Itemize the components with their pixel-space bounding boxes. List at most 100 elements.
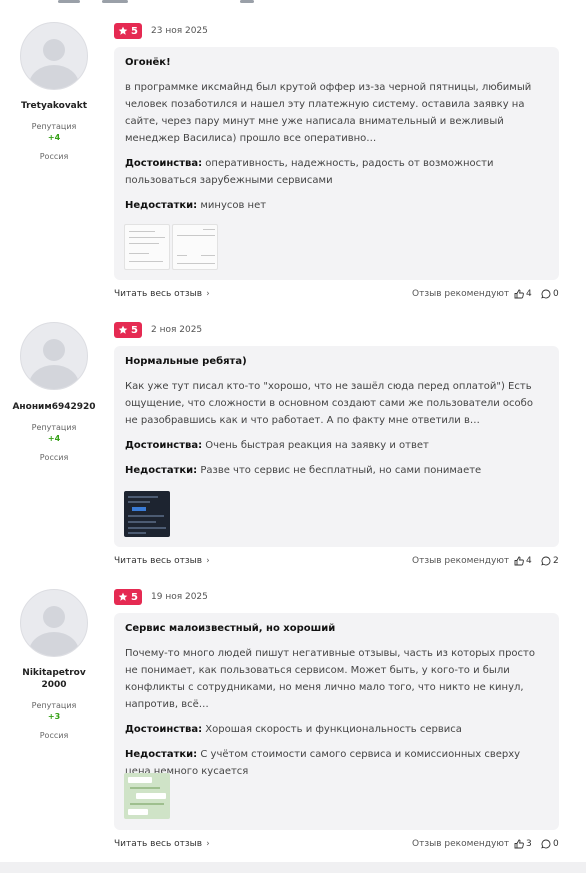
rating-value: 5 xyxy=(131,25,138,37)
review-title: Сервис малоизвестный, но хороший xyxy=(125,623,336,634)
review-pros: Достоинства: Хорошая скорость и функцион… xyxy=(125,721,548,738)
reputation-label: Репутация xyxy=(31,701,77,710)
comment-count: 0 xyxy=(553,839,559,849)
country: Россия xyxy=(39,731,69,740)
reputation-value: +4 xyxy=(47,434,61,443)
username[interactable]: Аноним6942920 xyxy=(0,401,108,413)
read-full-label: Читать весь отзыв xyxy=(114,556,203,566)
recommend-label: Отзыв рекомендуют xyxy=(412,289,510,299)
like-count: 4 xyxy=(526,556,532,566)
recommend-label: Отзыв рекомендуют xyxy=(412,839,510,849)
cons-text: Разве что сервис не бесплатный, но сами … xyxy=(200,465,482,476)
rating-badge: 5 xyxy=(114,23,142,39)
pros-label: Достоинства: xyxy=(125,724,203,735)
comments-button[interactable]: 0 xyxy=(541,289,559,299)
thumbs-up-icon xyxy=(514,556,524,566)
rating-badge: 5 xyxy=(114,589,142,605)
read-full-label: Читать весь отзыв xyxy=(114,839,203,849)
review-author: Аноним6942920 Репутация +4 Россия xyxy=(0,322,108,462)
thumbs-up-icon xyxy=(514,289,524,299)
like-count: 4 xyxy=(526,289,532,299)
comments-button[interactable]: 0 xyxy=(541,839,559,849)
cons-label: Недостатки: xyxy=(125,200,198,211)
cons-text: минусов нет xyxy=(200,200,267,211)
country: Россия xyxy=(39,152,69,161)
pros-text: Хорошая скорость и функциональность серв… xyxy=(205,724,462,735)
bottom-edge xyxy=(0,862,586,873)
comment-icon xyxy=(541,556,551,566)
read-full-review-link[interactable]: Читать весь отзыв › xyxy=(114,839,210,849)
review-photos xyxy=(124,773,170,819)
country: Россия xyxy=(39,453,69,462)
read-full-review-link[interactable]: Читать весь отзыв › xyxy=(114,556,210,566)
review-header: 5 2 ноя 2025 xyxy=(114,322,202,338)
rating-value: 5 xyxy=(131,324,138,336)
chevron-right-icon: › xyxy=(206,556,210,566)
review-title: Огонёк! xyxy=(125,57,171,68)
review-cons: Недостатки: С учётом стоимости самого се… xyxy=(125,746,548,780)
chevron-right-icon: › xyxy=(206,289,210,299)
comment-icon xyxy=(541,289,551,299)
avatar[interactable] xyxy=(20,322,88,390)
review-header: 5 19 ноя 2025 xyxy=(114,589,208,605)
review-photo[interactable] xyxy=(124,773,170,819)
cons-label: Недостатки: xyxy=(125,749,198,760)
like-button[interactable]: 4 xyxy=(514,556,532,566)
read-full-label: Читать весь отзыв xyxy=(114,289,203,299)
comment-count: 0 xyxy=(553,289,559,299)
review-text: Почему-то много людей пишут негативные о… xyxy=(125,648,535,710)
cons-label: Недостатки: xyxy=(125,465,198,476)
username[interactable]: Nikitapetrov 2000 xyxy=(0,667,108,691)
username[interactable]: Tretyakovakt xyxy=(0,100,108,112)
review-cons: Недостатки: Разве что сервис не бесплатн… xyxy=(125,462,548,479)
review-author: Nikitapetrov 2000 Репутация +3 Россия xyxy=(0,589,108,740)
comment-icon xyxy=(541,839,551,849)
review-footer: Читать весь отзыв › Отзыв рекомендуют 4 … xyxy=(114,289,559,301)
star-icon xyxy=(118,592,128,601)
comments-button[interactable]: 2 xyxy=(541,556,559,566)
reputation-label: Репутация xyxy=(31,423,77,432)
cropped-top-content xyxy=(40,0,260,4)
review-photos xyxy=(124,491,170,537)
avatar[interactable] xyxy=(20,589,88,657)
review-photo[interactable] xyxy=(124,491,170,537)
review-photo[interactable] xyxy=(124,224,170,270)
star-icon xyxy=(118,26,128,35)
review-text: Как уже тут писал кто-то "хорошо, что не… xyxy=(125,381,533,426)
review-footer: Читать весь отзыв › Отзыв рекомендуют 4 … xyxy=(114,556,559,568)
recommend-label: Отзыв рекомендуют xyxy=(412,556,510,566)
review-text: в программке иксмайнд был крутой оффер и… xyxy=(125,82,532,144)
pros-text: Очень быстрая реакция на заявку и ответ xyxy=(205,440,429,451)
review-author: Tretyakovakt Репутация +4 Россия xyxy=(0,22,108,161)
rating-value: 5 xyxy=(131,591,138,603)
review-photo[interactable] xyxy=(172,224,218,270)
review-pros: Достоинства: Очень быстрая реакция на за… xyxy=(125,437,548,454)
chevron-right-icon: › xyxy=(206,839,210,849)
reputation-value: +3 xyxy=(47,712,61,721)
review-date: 23 ноя 2025 xyxy=(151,26,208,36)
reputation-value: +4 xyxy=(47,133,61,142)
star-icon xyxy=(118,325,128,334)
review-body: Нормальные ребята) Как уже тут писал кто… xyxy=(114,346,559,547)
review-header: 5 23 ноя 2025 xyxy=(114,23,208,39)
like-count: 3 xyxy=(526,839,532,849)
comment-count: 2 xyxy=(553,556,559,566)
review-body: Сервис малоизвестный, но хороший Почему-… xyxy=(114,613,559,830)
thumbs-up-icon xyxy=(514,839,524,849)
review-body: Огонёк! в программке иксмайнд был крутой… xyxy=(114,47,559,280)
review-date: 19 ноя 2025 xyxy=(151,592,208,602)
pros-label: Достоинства: xyxy=(125,158,203,169)
like-button[interactable]: 4 xyxy=(514,289,532,299)
avatar[interactable] xyxy=(20,22,88,90)
review-pros: Достоинства: оперативность, надежность, … xyxy=(125,155,548,189)
like-button[interactable]: 3 xyxy=(514,839,532,849)
review-cons: Недостатки: минусов нет xyxy=(125,197,548,214)
review-footer: Читать весь отзыв › Отзыв рекомендуют 3 … xyxy=(114,839,559,851)
read-full-review-link[interactable]: Читать весь отзыв › xyxy=(114,289,210,299)
review-date: 2 ноя 2025 xyxy=(151,325,203,335)
review-photos xyxy=(124,224,218,270)
rating-badge: 5 xyxy=(114,322,142,338)
pros-label: Достоинства: xyxy=(125,440,203,451)
reputation-label: Репутация xyxy=(31,122,77,131)
review-title: Нормальные ребята) xyxy=(125,356,247,367)
